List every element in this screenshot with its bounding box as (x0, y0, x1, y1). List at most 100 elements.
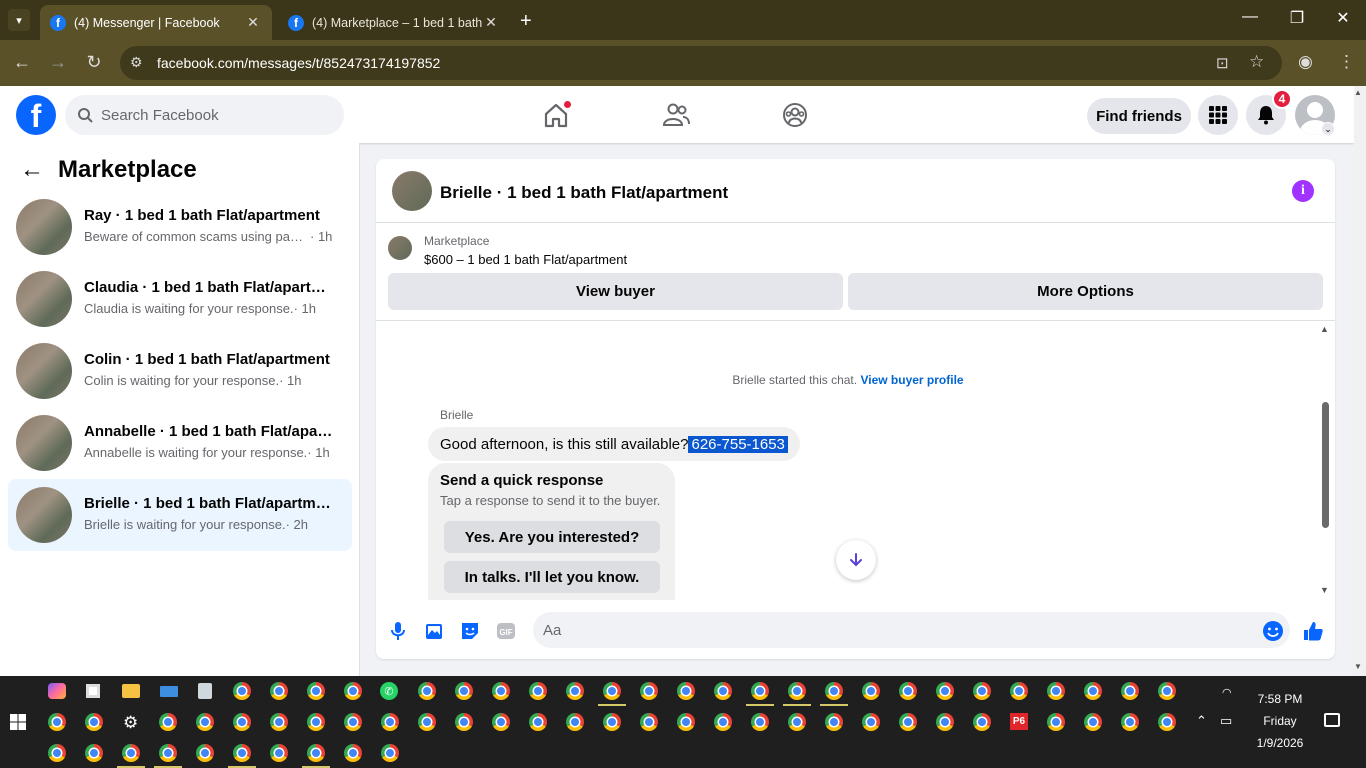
maximize-button[interactable]: ❐ (1277, 8, 1317, 28)
chrome-taskbar-icon[interactable] (640, 713, 658, 731)
facebook-logo-icon[interactable]: f (16, 95, 56, 135)
page-scrollbar[interactable] (1354, 86, 1366, 676)
chrome-taskbar-icon[interactable] (788, 682, 806, 700)
thumbs-up-icon[interactable] (1302, 620, 1324, 642)
chrome-taskbar-icon[interactable] (455, 682, 473, 700)
chrome-taskbar-icon[interactable] (159, 744, 177, 762)
conversation-item-annabelle[interactable]: Annabelle · 1 bed 1 bath Flat/apart... A… (8, 407, 352, 479)
chrome-taskbar-icon[interactable] (1047, 682, 1065, 700)
microphone-icon[interactable] (387, 620, 409, 642)
site-info-icon[interactable]: ⚙ (130, 54, 143, 71)
groups-icon[interactable] (780, 100, 810, 130)
install-app-icon[interactable]: ⊡ (1216, 54, 1229, 72)
chrome-taskbar-icon[interactable] (936, 682, 954, 700)
chrome-taskbar-icon[interactable] (862, 682, 880, 700)
store-icon[interactable] (86, 684, 100, 698)
emoji-icon[interactable] (1262, 620, 1284, 642)
p6-app-icon[interactable]: P6 (1010, 713, 1028, 730)
chrome-taskbar-icon[interactable] (344, 682, 362, 700)
profile-icon[interactable]: ◉ (1298, 52, 1313, 72)
chrome-taskbar-icon[interactable] (529, 682, 547, 700)
chat-scrollbar-thumb[interactable] (1322, 402, 1329, 528)
chrome-taskbar-icon[interactable] (344, 744, 362, 762)
chrome-taskbar-icon[interactable] (1158, 682, 1176, 700)
page-scroll-up-icon[interactable]: ▲ (1354, 88, 1362, 97)
chrome-taskbar-icon[interactable] (603, 713, 621, 731)
conversation-item-claudia[interactable]: Claudia · 1 bed 1 bath Flat/apartm... Cl… (8, 263, 352, 335)
chrome-taskbar-icon[interactable] (159, 713, 177, 731)
chrome-taskbar-icon[interactable] (788, 713, 806, 731)
close-window-button[interactable]: ✕ (1323, 8, 1363, 28)
chrome-taskbar-icon[interactable] (936, 713, 954, 731)
chrome-taskbar-icon[interactable] (1121, 682, 1139, 700)
chrome-taskbar-icon[interactable] (270, 682, 288, 700)
chrome-taskbar-icon[interactable] (455, 713, 473, 731)
sticker-icon[interactable] (459, 620, 481, 642)
chrome-taskbar-icon[interactable] (418, 713, 436, 731)
chrome-taskbar-icon[interactable] (640, 682, 658, 700)
scroll-down-arrow-icon[interactable]: ▼ (1320, 585, 1329, 595)
chrome-taskbar-icon[interactable] (307, 744, 325, 762)
chrome-taskbar-icon[interactable] (862, 713, 880, 731)
wifi-icon[interactable]: ◠ (1222, 686, 1232, 699)
conversation-item-ray[interactable]: Ray · 1 bed 1 bath Flat/apartment Beware… (8, 191, 352, 263)
scroll-to-bottom-button[interactable] (836, 540, 876, 580)
notepad-icon[interactable] (198, 683, 212, 699)
conversation-item-colin[interactable]: Colin · 1 bed 1 bath Flat/apartment Coli… (8, 335, 352, 407)
chrome-taskbar-icon[interactable] (233, 713, 251, 731)
chrome-taskbar-icon[interactable] (751, 713, 769, 731)
tab-messenger[interactable]: f (4) Messenger | Facebook ✕ (40, 5, 272, 40)
tab-search-button[interactable]: ▾ (8, 9, 30, 31)
chrome-taskbar-icon[interactable] (381, 744, 399, 762)
url-text[interactable]: facebook.com/messages/t/852473174197852 (157, 55, 440, 71)
view-buyer-profile-link[interactable]: View buyer profile (860, 373, 963, 387)
chrome-taskbar-icon[interactable] (973, 682, 991, 700)
page-scroll-down-icon[interactable]: ▼ (1354, 662, 1362, 671)
conversation-item-brielle[interactable]: Brielle · 1 bed 1 bath Flat/apartment Br… (8, 479, 352, 551)
close-tab-icon[interactable]: ✕ (482, 14, 500, 31)
chrome-taskbar-icon[interactable] (492, 713, 510, 731)
back-arrow-icon[interactable]: ← (20, 156, 44, 184)
listing-price-title[interactable]: $600 – 1 bed 1 bath Flat/apartment (424, 252, 627, 267)
chrome-taskbar-icon[interactable] (677, 713, 695, 731)
chrome-taskbar-icon[interactable] (899, 713, 917, 731)
copilot-icon[interactable] (48, 683, 66, 699)
reload-button[interactable]: ↻ (82, 52, 106, 73)
chevron-down-icon[interactable]: ⌄ (1321, 122, 1335, 136)
friends-icon[interactable] (661, 100, 691, 130)
settings-gear-icon[interactable]: ⚙ (123, 713, 138, 733)
tab-marketplace[interactable]: f (4) Marketplace – 1 bed 1 bath F ✕ (278, 5, 510, 40)
chrome-taskbar-icon[interactable] (307, 713, 325, 731)
chrome-taskbar-icon[interactable] (48, 713, 66, 731)
gif-icon[interactable]: GIF (495, 620, 517, 642)
chrome-taskbar-icon[interactable] (1010, 682, 1028, 700)
chrome-taskbar-icon[interactable] (825, 713, 843, 731)
chrome-taskbar-icon[interactable] (122, 744, 140, 762)
more-options-button[interactable]: More Options (848, 273, 1323, 310)
chrome-taskbar-icon[interactable] (270, 744, 288, 762)
notification-center-icon[interactable] (1324, 713, 1340, 727)
back-button[interactable]: ← (10, 52, 34, 73)
chrome-taskbar-icon[interactable] (381, 713, 399, 731)
chrome-taskbar-icon[interactable] (270, 713, 288, 731)
forward-button[interactable]: → (46, 52, 70, 73)
chrome-taskbar-icon[interactable] (233, 744, 251, 762)
quick-reply-yes-button[interactable]: Yes. Are you interested? (444, 521, 660, 553)
chrome-taskbar-icon[interactable] (344, 713, 362, 731)
chrome-taskbar-icon[interactable] (566, 682, 584, 700)
chrome-taskbar-icon[interactable] (233, 682, 251, 700)
find-friends-button[interactable]: Find friends (1087, 98, 1191, 134)
info-icon[interactable]: i (1292, 180, 1314, 202)
message-bubble[interactable]: Good afternoon, is this still available?… (428, 427, 800, 461)
chrome-taskbar-icon[interactable] (196, 744, 214, 762)
chrome-taskbar-icon[interactable] (603, 682, 621, 700)
chrome-taskbar-icon[interactable] (1047, 713, 1065, 731)
chrome-taskbar-icon[interactable] (714, 682, 732, 700)
chrome-taskbar-icon[interactable] (492, 682, 510, 700)
quick-reply-in-talks-button[interactable]: In talks. I'll let you know. (444, 561, 660, 593)
message-input[interactable]: Aa (533, 612, 1290, 648)
bookmark-star-icon[interactable]: ☆ (1249, 52, 1264, 72)
photo-icon[interactable] (423, 620, 445, 642)
chrome-menu-icon[interactable]: ⋮ (1338, 52, 1355, 72)
chrome-taskbar-icon[interactable] (1084, 682, 1102, 700)
